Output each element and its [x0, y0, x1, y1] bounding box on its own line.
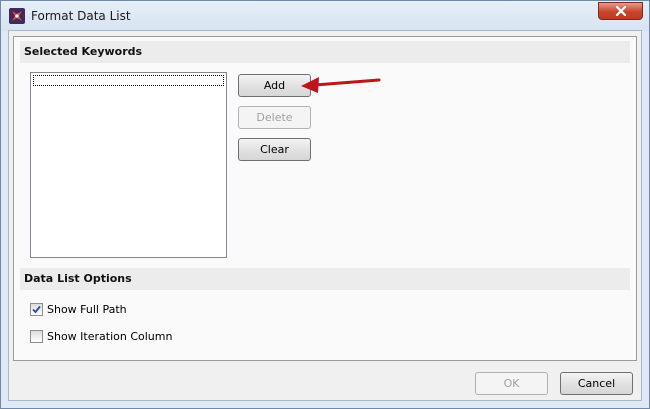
data-list-options-header: Data List Options	[20, 268, 630, 290]
selected-keywords-list[interactable]	[30, 72, 227, 258]
delete-button[interactable]: Delete	[238, 106, 311, 129]
close-button[interactable]	[598, 2, 643, 20]
show-iteration-column-label: Show Iteration Column	[47, 330, 173, 343]
close-icon	[615, 6, 626, 16]
cancel-button[interactable]: Cancel	[560, 372, 633, 395]
ok-button[interactable]: OK	[475, 372, 548, 395]
list-focus-indicator	[33, 75, 224, 86]
title-bar: Format Data List	[1, 1, 649, 31]
flow-logo-icon	[9, 8, 25, 24]
show-iteration-column-checkbox[interactable]	[30, 330, 43, 343]
show-full-path-option[interactable]: Show Full Path	[30, 303, 127, 316]
show-full-path-label: Show Full Path	[47, 303, 127, 316]
selected-keywords-header: Selected Keywords	[20, 41, 630, 63]
format-data-list-dialog: Format Data List Selected Keywords Add D…	[0, 0, 650, 409]
window-title: Format Data List	[31, 9, 131, 23]
checkmark-icon	[32, 305, 41, 314]
show-full-path-checkbox[interactable]	[30, 303, 43, 316]
clear-button[interactable]: Clear	[238, 138, 311, 161]
show-iteration-column-option[interactable]: Show Iteration Column	[30, 330, 172, 343]
red-arrow-icon	[301, 77, 381, 93]
